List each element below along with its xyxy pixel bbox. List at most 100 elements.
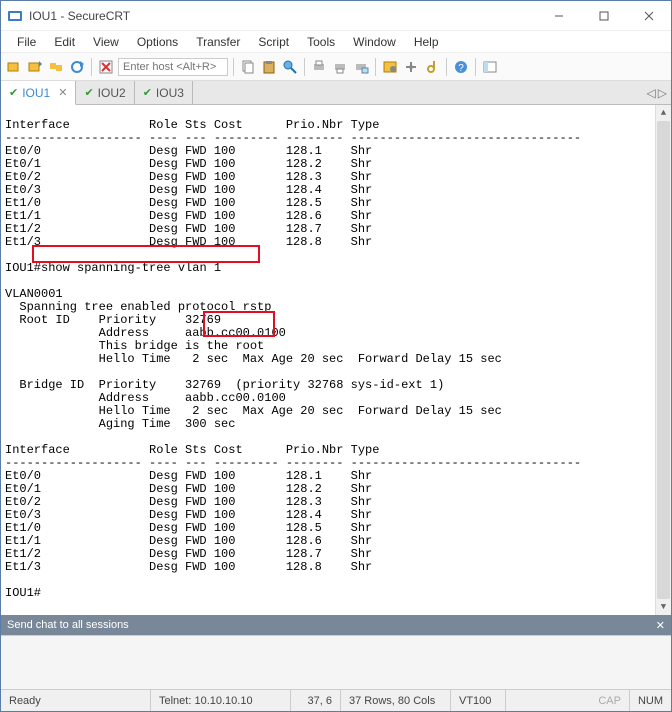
print-icon[interactable] <box>310 58 328 76</box>
titlebar: IOU1 - SecureCRT <box>1 1 671 31</box>
term-row: Et1/0 Desg FWD 100 128.5 Shr <box>5 521 372 535</box>
term-row: Et0/2 Desg FWD 100 128.3 Shr <box>5 170 372 184</box>
copy-icon[interactable] <box>239 58 257 76</box>
keymap-icon[interactable] <box>423 58 441 76</box>
app-icon <box>7 8 23 24</box>
status-dims: 37 Rows, 80 Cols <box>341 690 451 711</box>
close-button[interactable] <box>626 1 671 30</box>
term-dash: ------------------- ---- --- --------- -… <box>5 456 581 470</box>
highlight-box-root <box>203 311 275 337</box>
menu-script[interactable]: Script <box>250 33 297 51</box>
print-screen-icon[interactable] <box>331 58 349 76</box>
tab-status-icon: ✔ <box>143 86 152 99</box>
scrollbar[interactable]: ▲ ▼ <box>655 105 671 615</box>
disconnect-icon[interactable] <box>97 58 115 76</box>
terminal[interactable]: Interface Role Sts Cost Prio.Nbr Type --… <box>1 105 671 615</box>
term-root-id: Root ID Priority 32769 <box>5 313 221 327</box>
reconnect-icon[interactable] <box>68 58 86 76</box>
chat-header[interactable]: Send chat to all sessions ✕ <box>1 615 671 635</box>
global-options-icon[interactable] <box>402 58 420 76</box>
tab-next-icon[interactable]: ▷ <box>658 86 667 100</box>
term-row: Et0/0 Desg FWD 100 128.1 Shr <box>5 469 372 483</box>
toggle-icon[interactable] <box>481 58 499 76</box>
window-controls <box>536 1 671 30</box>
toolbar-sep-2 <box>233 58 234 76</box>
term-row: Et1/1 Desg FWD 100 128.6 Shr <box>5 534 372 548</box>
status-conn: Telnet: 10.10.10.10 <box>151 690 291 711</box>
menu-options[interactable]: Options <box>129 33 186 51</box>
menu-transfer[interactable]: Transfer <box>188 33 248 51</box>
status-cap: CAP <box>590 690 630 711</box>
toolbar-sep-6 <box>475 58 476 76</box>
term-row: Et0/2 Desg FWD 100 128.3 Shr <box>5 495 372 509</box>
tab-iou1[interactable]: ✔ IOU1 ✕ <box>1 81 76 105</box>
scroll-thumb[interactable] <box>657 121 670 599</box>
tab-label: IOU2 <box>98 86 126 100</box>
highlight-box-command <box>32 245 260 263</box>
toolbar-sep-1 <box>91 58 92 76</box>
scroll-down-icon[interactable]: ▼ <box>656 599 671 615</box>
term-prompt: IOU1# <box>5 261 41 275</box>
status-ready: Ready <box>1 690 151 711</box>
toolbar-sep-3 <box>304 58 305 76</box>
chat-close-icon[interactable]: ✕ <box>656 619 665 632</box>
term-aging: Aging Time 300 sec <box>5 417 235 431</box>
menu-edit[interactable]: Edit <box>46 33 83 51</box>
window-title: IOU1 - SecureCRT <box>29 9 536 23</box>
paste-icon[interactable] <box>260 58 278 76</box>
svg-text:?: ? <box>458 63 464 74</box>
app-window: IOU1 - SecureCRT File Edit View Options … <box>0 0 672 712</box>
tab-prev-icon[interactable]: ◁ <box>647 86 656 100</box>
chat-input-area[interactable] <box>1 635 671 689</box>
tab-label: IOU3 <box>156 86 184 100</box>
term-row: Et0/0 Desg FWD 100 128.1 Shr <box>5 144 372 158</box>
term-row: Et1/1 Desg FWD 100 128.6 Shr <box>5 209 372 223</box>
term-vlan: VLAN0001 <box>5 287 63 301</box>
term-row: Et0/3 Desg FWD 100 128.4 Shr <box>5 508 372 522</box>
menu-help[interactable]: Help <box>406 33 447 51</box>
status-num: NUM <box>630 690 671 711</box>
tab-iou2[interactable]: ✔ IOU2 <box>76 81 134 104</box>
connect-tab-icon[interactable] <box>47 58 65 76</box>
menu-tools[interactable]: Tools <box>299 33 343 51</box>
connect-icon[interactable] <box>5 58 23 76</box>
help-icon[interactable]: ? <box>452 58 470 76</box>
term-root-hello: Hello Time 2 sec Max Age 20 sec Forward … <box>5 352 502 366</box>
term-bridge-hello: Hello Time 2 sec Max Age 20 sec Forward … <box>5 404 502 418</box>
toolbar: ? <box>1 53 671 81</box>
tab-status-icon: ✔ <box>9 86 18 99</box>
term-row: Et1/2 Desg FWD 100 128.7 Shr <box>5 222 372 236</box>
tabbar: ✔ IOU1 ✕ ✔ IOU2 ✔ IOU3 ◁ ▷ <box>1 81 671 105</box>
toolbar-sep-5 <box>446 58 447 76</box>
tab-close-icon[interactable]: ✕ <box>58 86 67 99</box>
print-selection-icon[interactable] <box>352 58 370 76</box>
status-term: VT100 <box>451 690 506 711</box>
menu-window[interactable]: Window <box>345 33 404 51</box>
host-input[interactable] <box>118 58 228 76</box>
menu-view[interactable]: View <box>85 33 127 51</box>
term-row: Et1/2 Desg FWD 100 128.7 Shr <box>5 547 372 561</box>
find-icon[interactable] <box>281 58 299 76</box>
minimize-button[interactable] <box>536 1 581 30</box>
menubar: File Edit View Options Transfer Script T… <box>1 31 671 53</box>
session-options-icon[interactable] <box>381 58 399 76</box>
scroll-up-icon[interactable]: ▲ <box>656 105 671 121</box>
maximize-button[interactable] <box>581 1 626 30</box>
tab-iou3[interactable]: ✔ IOU3 <box>135 81 193 104</box>
quick-connect-icon[interactable] <box>26 58 44 76</box>
tab-label: IOU1 <box>22 86 50 100</box>
tab-status-icon: ✔ <box>84 86 93 99</box>
term-row: Et0/1 Desg FWD 100 128.2 Shr <box>5 482 372 496</box>
statusbar: Ready Telnet: 10.10.10.10 37, 6 37 Rows,… <box>1 689 671 711</box>
term-root-msg: This bridge is the root <box>5 339 264 353</box>
status-cursor: 37, 6 <box>291 690 341 711</box>
term-dash: ------------------- ---- --- --------- -… <box>5 131 581 145</box>
term-bridge-id: Bridge ID Priority 32769 (priority 32768… <box>5 378 444 392</box>
term-row: Et0/3 Desg FWD 100 128.4 Shr <box>5 183 372 197</box>
term-header: Interface Role Sts Cost Prio.Nbr Type <box>5 118 379 132</box>
toolbar-sep-4 <box>375 58 376 76</box>
term-command: show spanning-tree vlan 1 <box>41 261 221 275</box>
term-row: Et0/1 Desg FWD 100 128.2 Shr <box>5 157 372 171</box>
term-row: Et1/3 Desg FWD 100 128.8 Shr <box>5 560 372 574</box>
menu-file[interactable]: File <box>9 33 44 51</box>
